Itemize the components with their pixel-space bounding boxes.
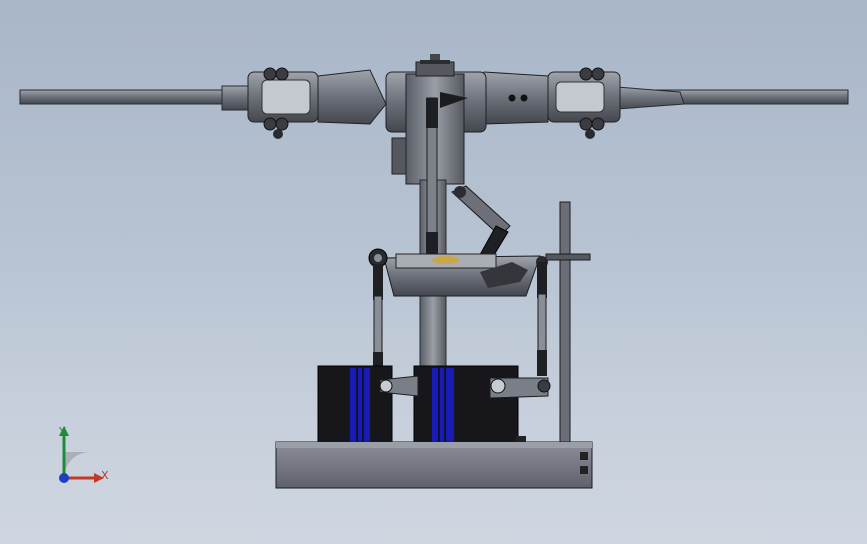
base-plate	[275, 436, 593, 489]
coordinate-triad[interactable]: X Y	[48, 422, 118, 492]
left-blade-grip	[19, 67, 387, 139]
left-servo	[317, 365, 393, 445]
hub-pitch-link	[426, 97, 438, 262]
right-blade-grip	[471, 67, 849, 139]
graphics-viewport[interactable]: X Y	[0, 0, 867, 544]
left-servo-link	[368, 248, 388, 366]
anti-rotation-rod	[545, 201, 591, 443]
rotor-head-model[interactable]	[0, 0, 867, 544]
right-servo-link	[536, 256, 548, 376]
x-axis-label: X	[101, 469, 109, 482]
swashplate	[383, 253, 541, 297]
y-axis-label: Y	[59, 425, 66, 438]
